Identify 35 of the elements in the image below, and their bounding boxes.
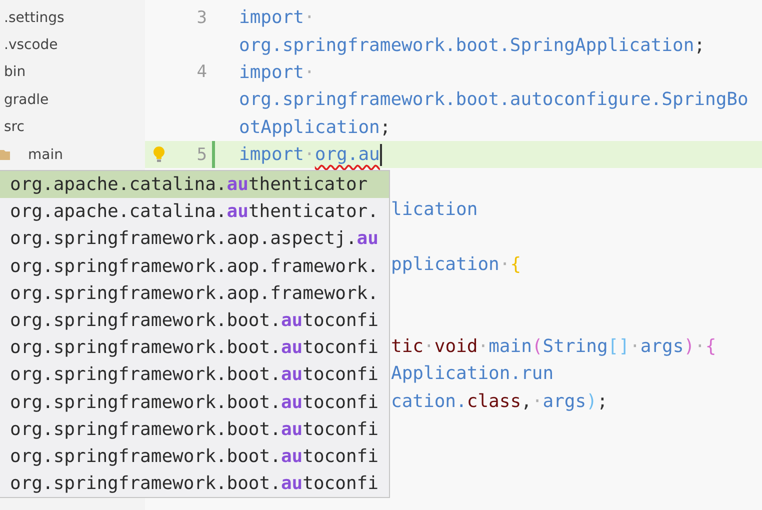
line-number: 4 [196,62,207,82]
line-number: 3 [196,8,207,28]
code-line: Application.run [391,363,554,384]
suggestion-item[interactable]: org.springframework.aop.framework. [0,252,389,280]
line-number: 5 [196,144,207,165]
suggestion-item[interactable]: org.apache.catalina.authenticator [0,171,389,198]
suggestion-item[interactable]: org.springframework.boot.autoconfi [0,361,389,388]
suggestion-item[interactable]: org.springframework.boot.autoconfi [0,306,389,334]
code-line: org.springframework.boot.autoconfigure.SpringBo [239,89,748,110]
code-line: cation.class,·args); [391,390,608,412]
code-line: pplication·{ [391,254,522,275]
sidebar-item[interactable]: .vscode [4,37,58,54]
lightbulb-icon[interactable] [153,146,165,164]
code-line: otApplication; [239,116,391,138]
sidebar-item[interactable]: src [4,119,24,136]
suggestion-item[interactable]: org.springframework.aop.framework. [0,280,389,307]
code-line: import· [239,62,315,83]
sidebar-item[interactable]: main [28,146,63,163]
sidebar-item[interactable]: gradle [4,92,49,108]
code-line: lication [391,198,478,220]
suggestion-item[interactable]: org.springframework.boot.autoconfi [0,416,389,443]
suggestion-item[interactable]: org.springframework.boot.autoconfi [0,442,389,470]
code-line: import· [239,7,315,28]
sidebar-item[interactable]: bin [4,64,26,80]
suggestion-item[interactable]: org.apache.catalina.authenticator. [0,198,389,226]
suggestion-item[interactable]: org.springframework.boot.autoconfi [0,470,389,498]
code-line: tic·void·main(String[]·args)·{ [391,336,716,357]
folder-icon [0,148,10,162]
text-cursor [380,144,382,166]
suggestion-item[interactable]: org.springframework.boot.autoconfi [0,334,389,362]
suggestion-item[interactable]: org.springframework.boot.autoconfi [0,388,389,416]
code-line: import·org.au [239,144,380,166]
sidebar-item[interactable]: .settings [4,10,64,26]
suggestion-item[interactable]: org.springframework.aop.aspectj.au [0,225,389,253]
code-line: org.springframework.boot.SpringApplication; [239,34,705,56]
